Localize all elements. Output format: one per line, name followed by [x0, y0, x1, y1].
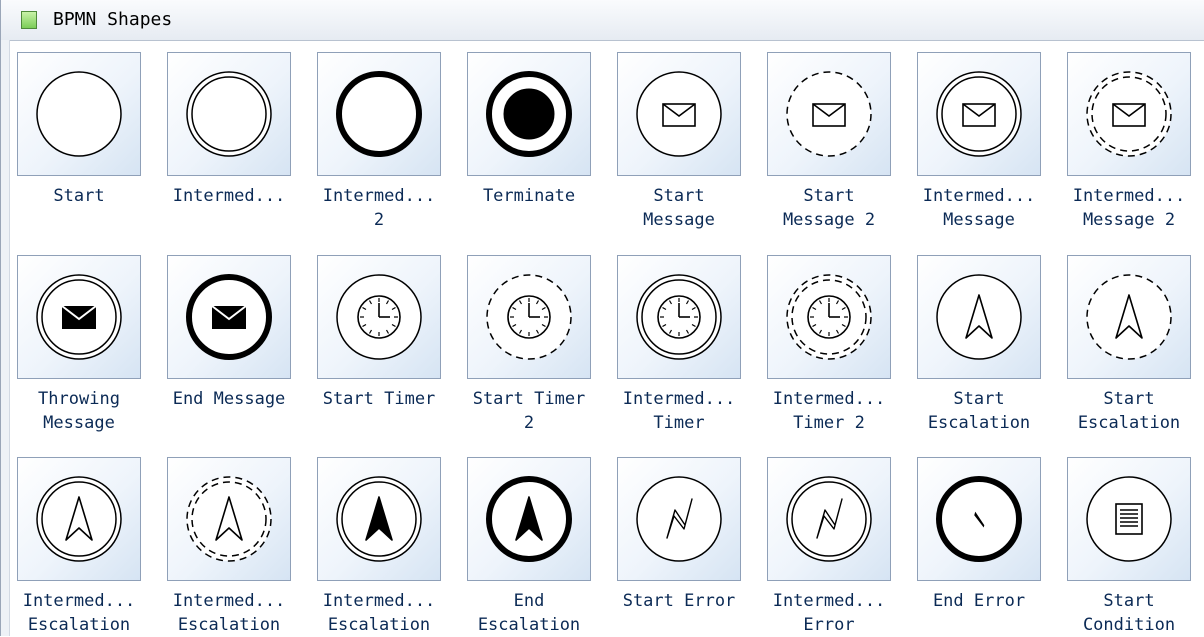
- start-message-2-icon: [786, 71, 872, 157]
- shape-label: Start Timer 2: [472, 389, 586, 433]
- start-timer-icon: [336, 274, 422, 360]
- start-escalation-2-icon: [1086, 274, 1172, 360]
- shape-label: Start Message: [643, 186, 715, 230]
- panel-titlebar[interactable]: BPMN Shapes: [1, 0, 1204, 41]
- shape-tile[interactable]: [317, 255, 441, 379]
- shape-tile[interactable]: [917, 457, 1041, 581]
- shape-tile[interactable]: [317, 52, 441, 176]
- intermediate-escalation-icon: [36, 476, 122, 562]
- shape-tile[interactable]: [167, 52, 291, 176]
- shape-label: Start Error: [622, 591, 736, 611]
- shape-tile[interactable]: [17, 255, 141, 379]
- end-error-icon: [936, 476, 1022, 562]
- shape-tile[interactable]: [17, 457, 141, 581]
- throwing-message-icon: [36, 274, 122, 360]
- shape-label: End Message: [172, 389, 286, 409]
- shape-tile[interactable]: [467, 52, 591, 176]
- intermediate-error-icon: [786, 476, 872, 562]
- shapes-panel: BPMN Shapes Start Intermed... Intermed... …: [0, 0, 1204, 636]
- start-escalation-icon: [936, 274, 1022, 360]
- shape-tile[interactable]: [917, 52, 1041, 176]
- shape-tile[interactable]: [17, 52, 141, 176]
- shape-tile[interactable]: [1067, 52, 1191, 176]
- shape-label: Intermed... Escalation: [22, 591, 136, 635]
- shape-label: Terminate: [482, 186, 576, 206]
- shape-label: Throwing Message: [38, 389, 120, 433]
- shape-tile[interactable]: [167, 457, 291, 581]
- end-message-icon: [186, 274, 272, 360]
- shape-tile[interactable]: [617, 457, 741, 581]
- shape-label: Intermed...: [172, 186, 286, 206]
- shape-label: Start Condition: [1082, 591, 1176, 635]
- shape-label: Start: [53, 186, 105, 206]
- shape-tile[interactable]: [767, 457, 891, 581]
- start-event-icon: [36, 71, 122, 157]
- start-error-icon: [636, 476, 722, 562]
- shape-tile[interactable]: [467, 255, 591, 379]
- intermediate-timer-2-icon: [786, 274, 872, 360]
- shape-label: End Error: [932, 591, 1026, 611]
- end-escalation-icon: [486, 476, 572, 562]
- shape-label: Intermed... Timer: [622, 389, 736, 433]
- intermediate-event-icon: [186, 71, 272, 157]
- left-border-strip: [1, 40, 10, 636]
- shape-tile[interactable]: [767, 52, 891, 176]
- start-condition-icon: [1086, 476, 1172, 562]
- panel-title: BPMN Shapes: [53, 9, 173, 30]
- intermediate-message-icon: [936, 71, 1022, 157]
- shape-tile[interactable]: [917, 255, 1041, 379]
- intermediate-timer-icon: [636, 274, 722, 360]
- shape-tile[interactable]: [617, 255, 741, 379]
- shape-label: Intermed... Message: [922, 186, 1036, 230]
- terminate-event-icon: [486, 71, 572, 157]
- shape-tile[interactable]: [317, 457, 441, 581]
- shape-tile[interactable]: [467, 457, 591, 581]
- shape-tile[interactable]: [767, 255, 891, 379]
- shape-label: Start Message 2: [782, 186, 876, 230]
- shape-label: End Escalation: [477, 591, 581, 635]
- shape-label: Start Escalation: [927, 389, 1031, 433]
- shape-label: Intermed... Escalation: [172, 591, 286, 635]
- shape-tile[interactable]: [617, 52, 741, 176]
- start-message-icon: [636, 71, 722, 157]
- shape-label: Intermed... Timer 2: [772, 389, 886, 433]
- shape-label: Start Escalation: [1077, 389, 1181, 433]
- shape-tile[interactable]: [167, 255, 291, 379]
- shape-label: Start Timer: [322, 389, 436, 409]
- intermediate-escalation-throwing-icon: [336, 476, 422, 562]
- shape-label: Intermed... Escalation: [322, 591, 436, 635]
- shape-label: Intermed... 2: [322, 186, 436, 230]
- start-timer-2-icon: [486, 274, 572, 360]
- shape-tile[interactable]: [1067, 255, 1191, 379]
- shape-label: Intermed... Message 2: [1072, 186, 1186, 230]
- stencil-icon: [21, 11, 37, 29]
- shape-label: Intermed... Error: [772, 591, 886, 635]
- intermediate-event-2-icon: [336, 71, 422, 157]
- shape-tile[interactable]: [1067, 457, 1191, 581]
- intermediate-escalation-2-icon: [186, 476, 272, 562]
- intermediate-message-2-icon: [1086, 71, 1172, 157]
